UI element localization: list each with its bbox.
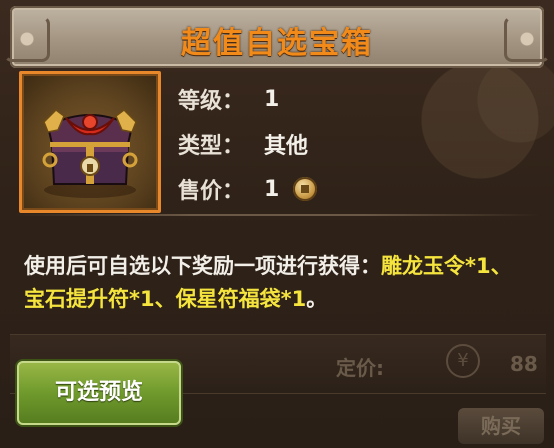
panel-title: 超值自选宝箱 — [181, 26, 373, 61]
price-label: 售价： — [178, 179, 245, 204]
type-label: 类型： — [178, 134, 245, 159]
level-value: 1 — [264, 86, 280, 112]
background-price-label: 定价: — [336, 356, 384, 380]
type-value: 其他 — [264, 134, 309, 159]
description-prefix: 使用后可自选以下奖励一项进行获得： — [24, 254, 381, 278]
item-description: 使用后可自选以下奖励一项进行获得：雕龙玉令*1、宝石提升符*1、保星符福袋*1。 — [24, 250, 524, 316]
treasure-chest-icon — [42, 109, 138, 198]
price-value: 1 — [264, 176, 280, 202]
item-tooltip-panel: 定价: ¥ 88 购买 超值自选宝箱 等级： 1 类型： 其他 售价： 1 使用… — [0, 0, 554, 448]
divider — [14, 214, 540, 216]
type-row: 类型： 其他 — [178, 127, 308, 161]
copper-coin-icon — [293, 177, 318, 201]
description-suffix: 。 — [306, 287, 328, 311]
title-bar: 超值自选宝箱 — [4, 6, 550, 68]
background-buy-button[interactable]: 购买 — [458, 408, 544, 444]
currency-icon: ¥ — [446, 344, 480, 378]
item-icon-frame — [19, 71, 161, 213]
price-row: 售价： 1 — [178, 172, 318, 206]
background-price-value: 88 — [510, 352, 538, 376]
preview-button[interactable]: 可选预览 — [17, 361, 181, 425]
level-label: 等级： — [178, 89, 245, 114]
level-row: 等级： 1 — [178, 82, 279, 116]
